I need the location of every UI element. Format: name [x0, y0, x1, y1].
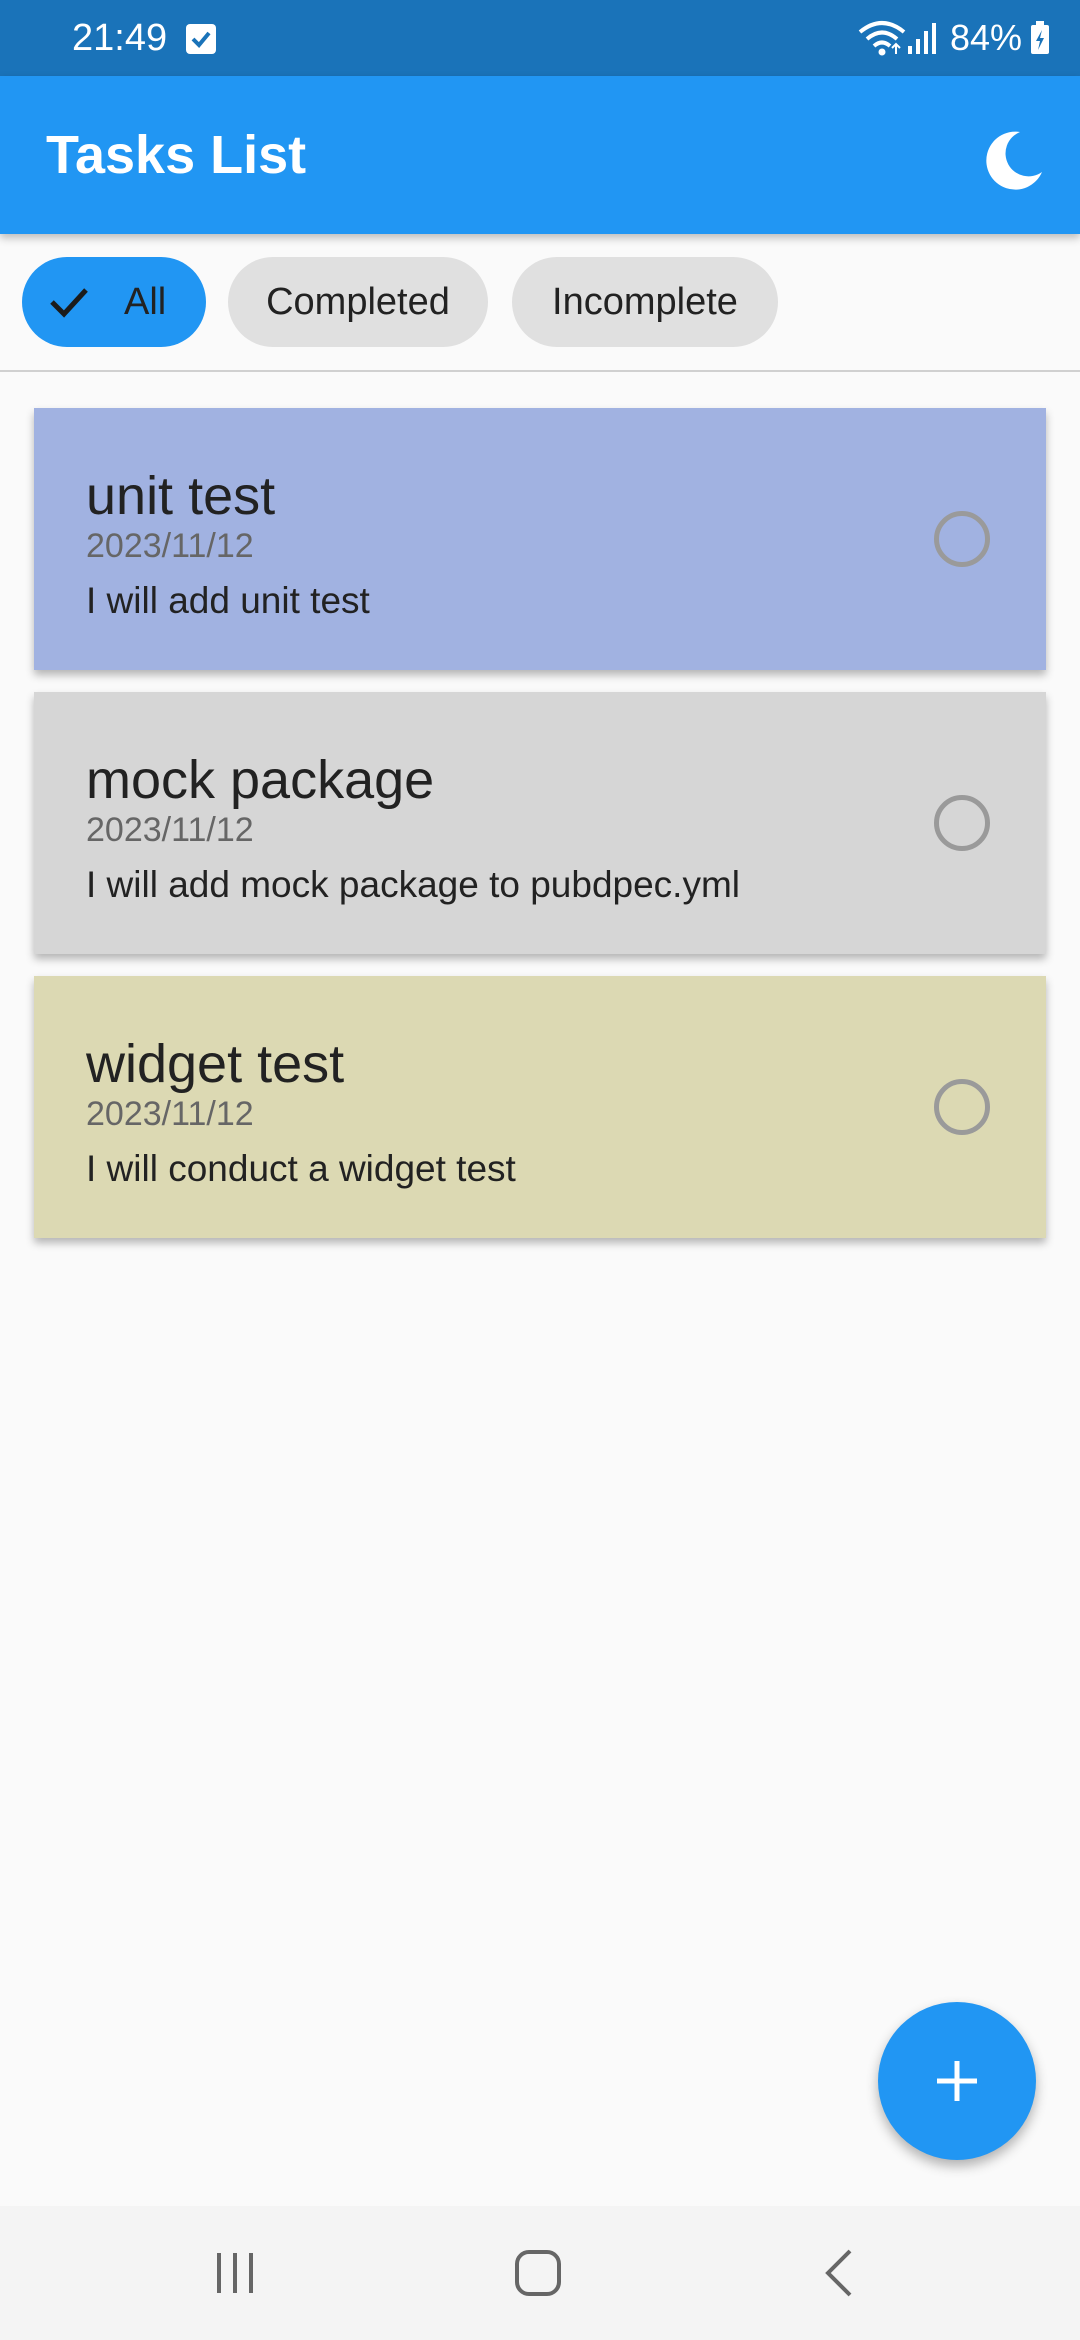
app-bar: Tasks List — [0, 76, 1080, 234]
system-nav-bar — [0, 2206, 1080, 2340]
task-complete-toggle[interactable] — [934, 795, 990, 851]
filter-chip-incomplete[interactable]: Incomplete — [512, 257, 778, 347]
task-title: widget test — [86, 1034, 345, 1094]
check-icon — [50, 288, 88, 318]
filter-chip-all-label: All — [124, 281, 167, 323]
add-task-button[interactable] — [878, 2002, 1036, 2160]
task-date: 2023/11/12 — [86, 1095, 254, 1133]
task-complete-toggle[interactable] — [934, 511, 990, 567]
task-date: 2023/11/12 — [86, 811, 254, 849]
moon-icon — [986, 131, 1042, 190]
recent-apps-icon — [217, 2253, 253, 2293]
home-icon — [515, 2250, 561, 2296]
filter-chip-completed[interactable]: Completed — [228, 257, 488, 347]
filter-bar: All Completed Incomplete — [0, 234, 1080, 372]
status-bar: 21:49 84% — [0, 0, 1080, 76]
task-date: 2023/11/12 — [86, 527, 254, 565]
recent-apps-button[interactable] — [205, 2243, 265, 2303]
back-button[interactable] — [810, 2243, 870, 2303]
wifi-icon — [858, 20, 906, 56]
task-card[interactable]: unit test 2023/11/12 I will add unit tes… — [34, 408, 1046, 670]
status-time: 21:49 — [72, 17, 168, 59]
status-icons: 84% — [858, 14, 1050, 62]
checkbox-notification-icon — [186, 24, 216, 54]
task-description: I will add unit test — [86, 580, 370, 621]
task-description: I will conduct a widget test — [86, 1148, 516, 1189]
back-icon — [825, 2249, 852, 2297]
filter-chip-all[interactable]: All — [22, 257, 206, 347]
battery-charging-icon — [1030, 21, 1050, 55]
task-card[interactable]: mock package 2023/11/12 I will add mock … — [34, 692, 1046, 954]
task-complete-toggle[interactable] — [934, 1079, 990, 1135]
theme-toggle-button[interactable] — [976, 124, 1050, 198]
signal-icon — [906, 20, 938, 56]
task-title: mock package — [86, 750, 435, 810]
home-button[interactable] — [508, 2243, 568, 2303]
task-description: I will add mock package to pubdpec.yml — [86, 864, 741, 905]
plus-icon — [937, 2061, 977, 2101]
task-card[interactable]: widget test 2023/11/12 I will conduct a … — [34, 976, 1046, 1238]
task-title: unit test — [86, 466, 276, 526]
page-title: Tasks List — [46, 125, 307, 185]
battery-percentage: 84% — [949, 17, 1022, 58]
